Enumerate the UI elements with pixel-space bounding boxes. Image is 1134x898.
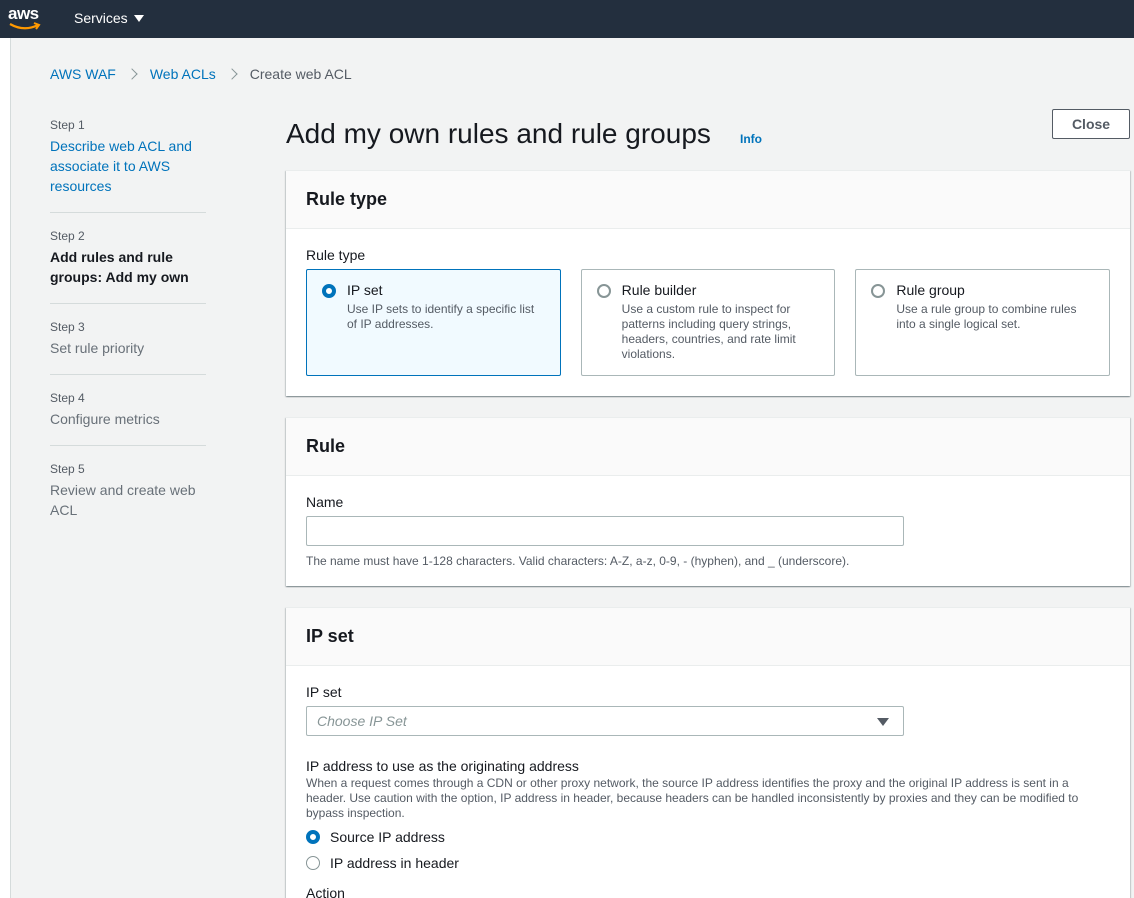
radio-ip-in-header[interactable]: IP address in header bbox=[306, 855, 1110, 871]
panel-body: IP set Choose IP Set IP address to use a… bbox=[286, 666, 1130, 898]
panel-header: IP set bbox=[286, 608, 1130, 666]
tile-description: Use IP sets to identify a specific list … bbox=[347, 302, 535, 331]
select-placeholder: Choose IP Set bbox=[317, 713, 407, 729]
info-link[interactable]: Info bbox=[740, 132, 762, 146]
radio-icon[interactable] bbox=[871, 284, 886, 298]
step-link[interactable]: Describe web ACL and associate it to AWS… bbox=[50, 136, 206, 196]
aws-logo-text: aws bbox=[8, 4, 39, 23]
breadcrumb: AWS WAF Web ACLs Create web ACL bbox=[50, 66, 352, 82]
radio-source-ip[interactable]: Source IP address bbox=[306, 829, 1110, 845]
panel-title: IP set bbox=[306, 626, 354, 646]
caret-down-icon bbox=[877, 718, 889, 726]
breadcrumb-current: Create web ACL bbox=[249, 66, 352, 82]
name-hint: The name must have 1-128 characters. Val… bbox=[306, 554, 850, 568]
tile-ip-set[interactable]: IP set Use IP sets to identify a specifi… bbox=[306, 269, 561, 376]
step-2: Step 2 Add rules and rule groups: Add my… bbox=[50, 229, 206, 304]
radio-label: IP address in header bbox=[330, 855, 459, 871]
panel-title: Rule bbox=[306, 436, 346, 456]
services-menu[interactable]: Services bbox=[74, 10, 144, 26]
top-nav: aws Services bbox=[0, 0, 1134, 38]
radio-icon[interactable] bbox=[306, 856, 320, 870]
step-disabled: Review and create web ACL bbox=[50, 482, 196, 518]
aws-logo[interactable]: aws bbox=[8, 4, 44, 32]
name-input[interactable] bbox=[306, 516, 904, 546]
ip-set-label: IP set bbox=[306, 684, 342, 700]
smile-arrow-icon bbox=[9, 22, 41, 30]
origin-description: When a request comes through a CDN or ot… bbox=[306, 776, 1079, 820]
step-number: Step 5 bbox=[50, 462, 85, 476]
tile-description: Use a rule group to combine rules into a… bbox=[896, 302, 1077, 331]
step-5: Step 5 Review and create web ACL bbox=[50, 462, 206, 536]
rule-type-label: Rule type bbox=[306, 247, 366, 263]
breadcrumb-web-acls[interactable]: Web ACLs bbox=[150, 66, 216, 82]
step-current: Add rules and rule groups: Add my own bbox=[50, 249, 189, 285]
radio-label: Source IP address bbox=[330, 829, 445, 845]
rule-panel: Rule Name The name must have 1-128 chara… bbox=[286, 417, 1130, 586]
radio-selected-icon[interactable] bbox=[322, 284, 336, 298]
step-number: Step 2 bbox=[50, 229, 85, 243]
step-3: Step 3 Set rule priority bbox=[50, 320, 206, 375]
chevron-right-icon bbox=[126, 68, 138, 80]
side-nav-collapsed[interactable] bbox=[0, 38, 11, 898]
step-number: Step 1 bbox=[50, 118, 85, 132]
caret-down-icon bbox=[133, 14, 144, 22]
wizard-steps: Step 1 Describe web ACL and associate it… bbox=[50, 118, 206, 552]
name-label: Name bbox=[306, 494, 344, 510]
breadcrumb-aws-waf[interactable]: AWS WAF bbox=[50, 66, 116, 82]
rule-type-panel: Rule type Rule type IP set Use IP sets t… bbox=[286, 170, 1130, 396]
ip-set-select[interactable]: Choose IP Set bbox=[306, 706, 904, 736]
radio-icon[interactable] bbox=[596, 284, 611, 298]
panel-body: Rule type IP set Use IP sets to identify… bbox=[286, 229, 1130, 394]
action-label: Action bbox=[306, 885, 345, 898]
panel-title: Rule type bbox=[306, 189, 388, 209]
rule-type-tiles: IP set Use IP sets to identify a specifi… bbox=[306, 269, 1111, 376]
tile-rule-group[interactable]: Rule group Use a rule group to combine r… bbox=[855, 269, 1111, 376]
tile-title: IP set bbox=[347, 282, 383, 298]
ip-set-panel: IP set IP set Choose IP Set IP address t… bbox=[286, 607, 1130, 898]
panel-body: Name The name must have 1-128 characters… bbox=[286, 476, 1130, 586]
step-number: Step 4 bbox=[50, 391, 85, 405]
step-4: Step 4 Configure metrics bbox=[50, 391, 206, 446]
step-1: Step 1 Describe web ACL and associate it… bbox=[50, 118, 206, 213]
close-button[interactable]: Close bbox=[1052, 109, 1130, 139]
tile-description: Use a custom rule to inspect for pattern… bbox=[621, 302, 796, 361]
step-number: Step 3 bbox=[50, 320, 85, 334]
tile-rule-builder[interactable]: Rule builder Use a custom rule to inspec… bbox=[580, 269, 836, 376]
panel-header: Rule bbox=[286, 418, 1130, 476]
tile-title: Rule builder bbox=[621, 282, 697, 298]
panel-header: Rule type bbox=[286, 171, 1130, 229]
origin-label: IP address to use as the originating add… bbox=[306, 758, 579, 774]
page-title: Add my own rules and rule groups bbox=[286, 118, 711, 149]
step-disabled: Configure metrics bbox=[50, 411, 160, 427]
services-label: Services bbox=[74, 10, 128, 26]
step-disabled: Set rule priority bbox=[50, 340, 145, 356]
tile-title: Rule group bbox=[896, 282, 965, 298]
radio-selected-icon[interactable] bbox=[306, 830, 320, 844]
chevron-right-icon bbox=[226, 68, 238, 80]
